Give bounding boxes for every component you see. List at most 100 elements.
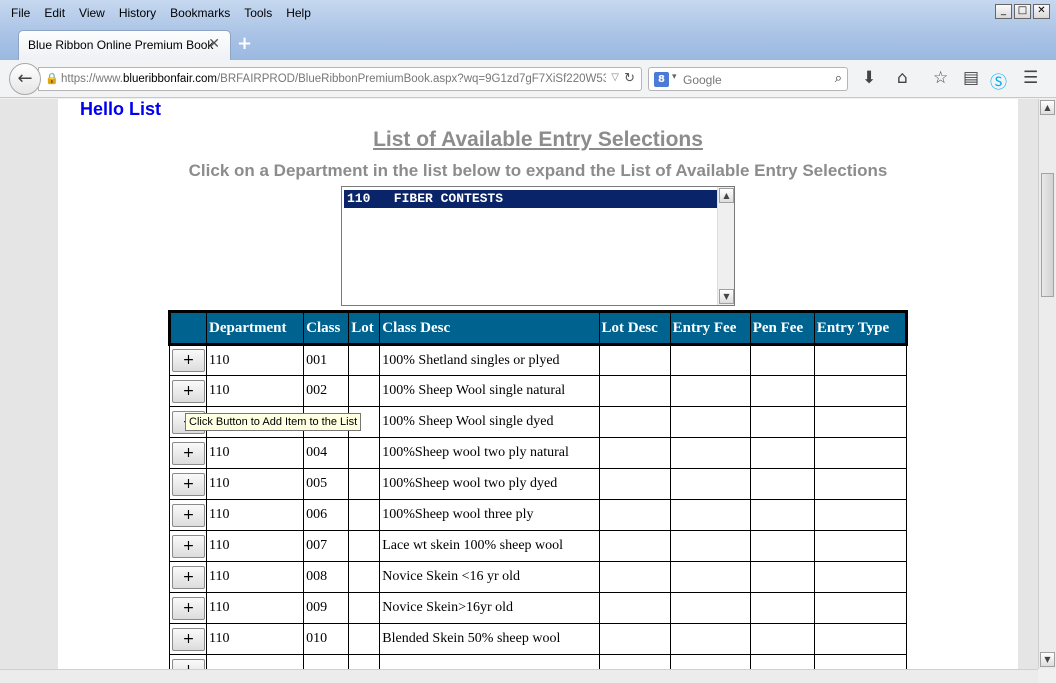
back-button[interactable]: ←	[9, 63, 41, 95]
class-desc-cell: Blended Skein 50% sheep wool	[379, 623, 600, 655]
pen-fee-cell	[749, 499, 815, 531]
entry-fee-cell	[669, 530, 751, 562]
page-content: Hello List List of Available Entry Selec…	[58, 99, 1018, 669]
listbox-scrollbar[interactable]: ▲ ▼	[717, 187, 734, 305]
page-scroll-up-arrow-icon[interactable]: ▲	[1040, 100, 1055, 115]
entry-type-cell	[813, 654, 908, 669]
pen-fee-cell	[749, 437, 815, 469]
search-bar[interactable]: 8 ▾ Google ⌕	[648, 67, 848, 91]
add-button-tooltip: Click Button to Add Item to the List	[185, 413, 362, 431]
department-cell: 110	[206, 375, 305, 407]
search-engine-dropdown-icon[interactable]: ▾	[672, 72, 677, 82]
table-row: +	[168, 654, 908, 669]
page-vertical-scrollbar[interactable]: ▲ ▼	[1038, 99, 1056, 669]
add-cell: +	[168, 344, 208, 376]
add-cell: +	[168, 561, 208, 593]
menu-help[interactable]: Help	[279, 4, 318, 24]
hamburger-menu-icon[interactable]: ☰	[1023, 68, 1038, 88]
add-item-button[interactable]: +	[172, 658, 205, 669]
url-text[interactable]: https://www.blueribbonfair.com/BRFAIRPRO…	[61, 73, 606, 85]
department-cell: 110	[206, 468, 305, 500]
department-option[interactable]: 110 FIBER CONTESTS	[344, 190, 718, 208]
class-cell: 009	[303, 592, 350, 624]
lot-cell	[348, 623, 381, 655]
tab-active[interactable]: Blue Ribbon Online Premium Book ✕	[18, 30, 231, 60]
department-listbox[interactable]: 110 FIBER CONTESTS ▲ ▼	[341, 186, 735, 306]
new-tab-icon[interactable]: +	[237, 33, 252, 54]
department-cell: 110	[206, 561, 305, 593]
menu-file[interactable]: File	[4, 4, 37, 24]
maximize-button[interactable]: □	[1014, 4, 1031, 19]
entry-fee-cell	[669, 623, 751, 655]
column-header-lot-desc: Lot Desc	[599, 310, 671, 346]
class-cell: 004	[303, 437, 350, 469]
menu-edit[interactable]: Edit	[37, 4, 72, 24]
menu-bar: File Edit View History Bookmarks Tools Help	[4, 4, 318, 24]
column-header-entry-fee: Entry Fee	[670, 310, 751, 346]
class-cell	[303, 654, 350, 669]
entry-type-cell	[813, 375, 908, 407]
page-viewport: Hello List List of Available Entry Selec…	[0, 99, 1038, 669]
add-cell: +	[168, 530, 208, 562]
table-row: +110 008 Novice Skein <16 yr old	[168, 561, 908, 593]
pen-fee-cell	[749, 344, 815, 376]
menu-view[interactable]: View	[72, 4, 112, 24]
page-scroll-down-arrow-icon[interactable]: ▼	[1040, 652, 1055, 667]
scroll-down-arrow-icon[interactable]: ▼	[719, 289, 734, 304]
page-subheading: Click on a Department in the list below …	[188, 161, 888, 180]
add-item-button[interactable]: +	[172, 379, 205, 403]
lot-cell	[348, 344, 381, 376]
page-horizontal-scrollbar[interactable]	[0, 669, 1038, 683]
menu-history[interactable]: History	[112, 4, 163, 24]
reading-list-icon[interactable]: ▤	[963, 68, 979, 88]
lot-cell	[348, 561, 381, 593]
add-item-button[interactable]: +	[172, 441, 205, 465]
url-history-dropdown-icon[interactable]: ▽	[611, 72, 619, 83]
arrow-left-icon: ←	[17, 68, 33, 89]
close-window-button[interactable]: ✕	[1033, 4, 1050, 19]
tab-title: Blue Ribbon Online Premium Book	[28, 38, 214, 52]
class-desc-cell: 100%Sheep wool two ply dyed	[379, 468, 600, 500]
navigation-toolbar: 🔒 https://www.blueribbonfair.com/BRFAIRP…	[0, 60, 1056, 98]
page-heading: List of Available Entry Selections	[373, 128, 703, 151]
pen-fee-cell	[749, 654, 815, 669]
add-item-button[interactable]: +	[172, 349, 205, 372]
entry-fee-cell	[669, 468, 751, 500]
entry-fee-cell	[669, 654, 751, 669]
table-body: +110 001 100% Shetland singles or plyed +11…	[168, 344, 908, 669]
lot-cell	[348, 437, 381, 469]
lot-desc-cell	[598, 654, 671, 669]
lot-cell	[348, 468, 381, 500]
add-cell: +	[168, 468, 208, 500]
reload-icon[interactable]: ↻	[624, 71, 635, 86]
add-cell: +	[168, 499, 208, 531]
bookmark-star-icon[interactable]: ☆	[933, 68, 948, 88]
google-engine-icon[interactable]: 8	[654, 72, 669, 87]
add-item-button[interactable]: +	[172, 503, 205, 527]
menu-tools[interactable]: Tools	[237, 4, 279, 24]
department-cell: 110	[206, 530, 305, 562]
add-item-button[interactable]: +	[172, 534, 205, 558]
pen-fee-cell	[749, 468, 815, 500]
url-bar[interactable]: 🔒 https://www.blueribbonfair.com/BRFAIRP…	[38, 67, 642, 91]
download-icon[interactable]: ⬇	[862, 68, 876, 88]
search-magnifier-icon[interactable]: ⌕	[835, 71, 842, 86]
window-controls: _ □ ✕	[995, 4, 1050, 19]
add-item-button[interactable]: +	[172, 596, 205, 620]
home-icon[interactable]: ⌂	[897, 68, 908, 88]
tab-close-icon[interactable]: ✕	[208, 36, 220, 52]
class-cell: 001	[303, 344, 350, 376]
class-desc-cell: 100% Sheep Wool single dyed	[379, 406, 600, 438]
add-item-button[interactable]: +	[172, 472, 205, 496]
add-item-button[interactable]: +	[172, 627, 205, 651]
entry-selections-table: Department Class Lot Class Desc Lot Desc Entr…	[167, 310, 909, 669]
entry-type-cell	[813, 530, 908, 562]
lot-cell	[348, 499, 381, 531]
minimize-button[interactable]: _	[995, 4, 1012, 19]
skype-icon[interactable]: Ⓢ	[990, 68, 1007, 93]
menu-bookmarks[interactable]: Bookmarks	[163, 4, 237, 24]
pen-fee-cell	[749, 592, 815, 624]
scroll-up-arrow-icon[interactable]: ▲	[719, 188, 734, 203]
add-item-button[interactable]: +	[172, 565, 205, 589]
page-scroll-thumb[interactable]	[1041, 173, 1054, 297]
